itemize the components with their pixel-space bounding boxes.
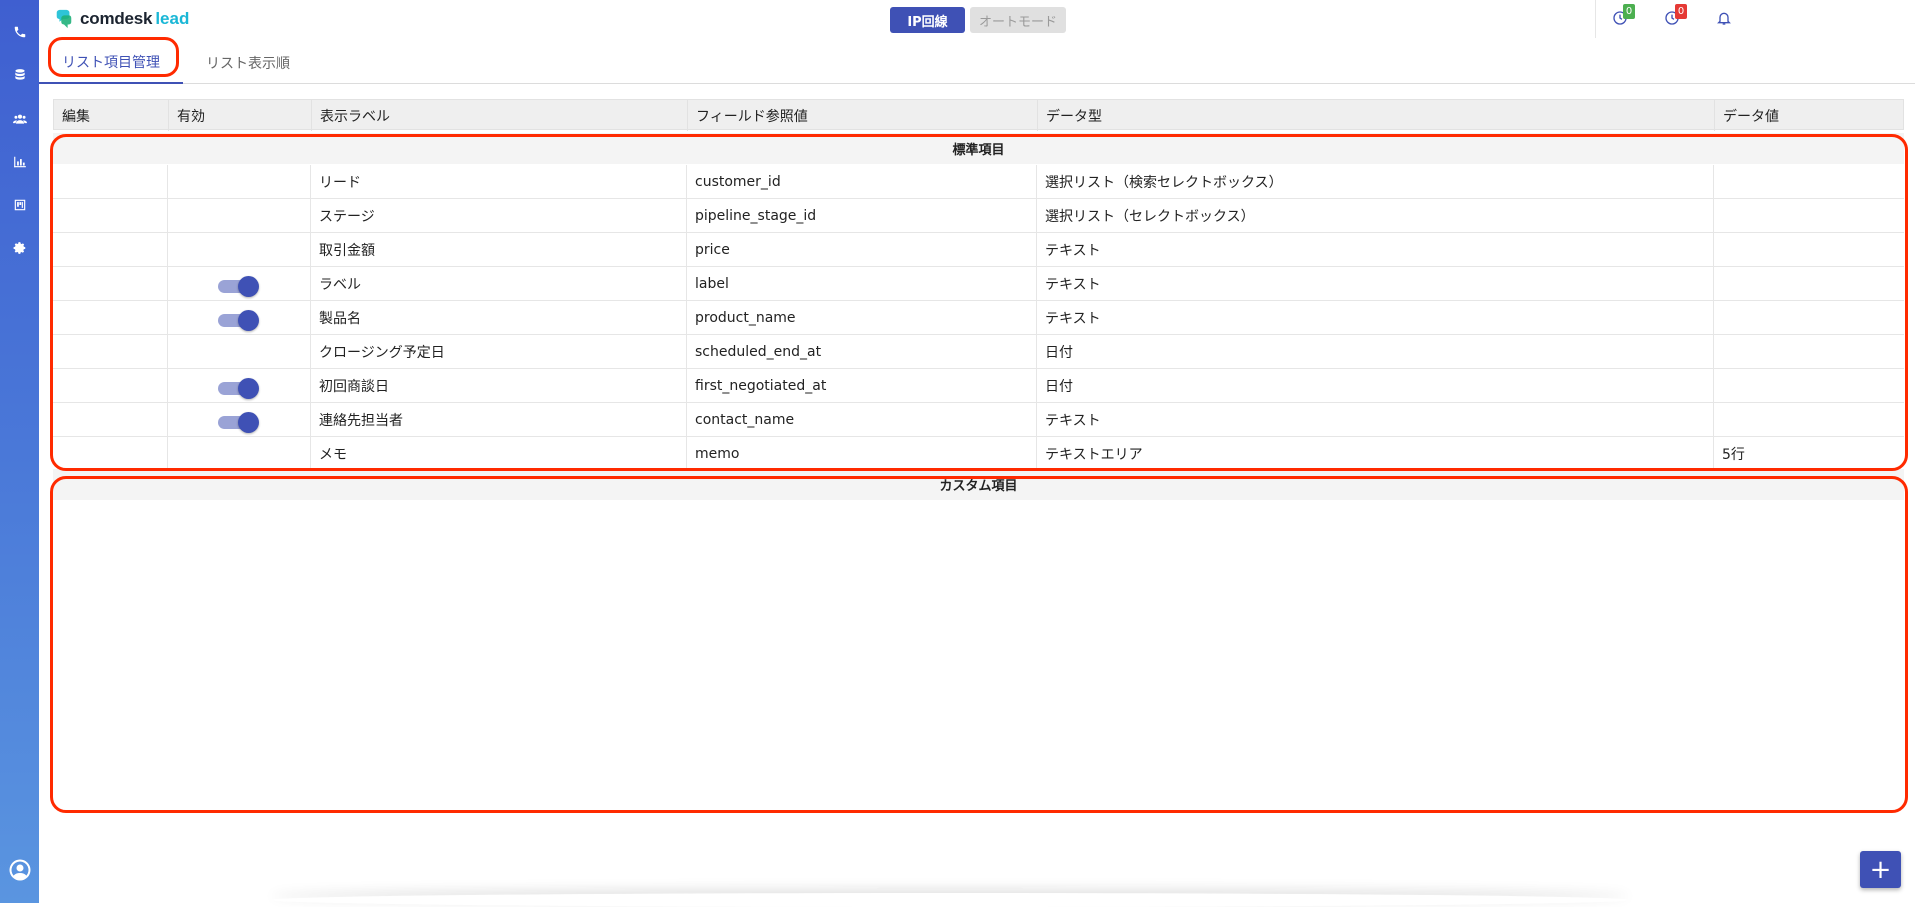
col-enabled: 有効 xyxy=(169,100,312,131)
database-icon[interactable] xyxy=(0,60,39,90)
bar-chart-icon[interactable] xyxy=(0,147,39,177)
history-badge-1: 0 xyxy=(1623,4,1635,19)
ip-line-button[interactable]: IP回線 xyxy=(890,7,965,33)
users-icon[interactable] xyxy=(0,104,39,134)
phone-icon[interactable] xyxy=(0,17,39,47)
highlight-standard-section xyxy=(50,134,1908,471)
logo-accent: lead xyxy=(155,9,190,28)
col-value: データ値 xyxy=(1723,108,1779,125)
bottom-panel-shadow xyxy=(270,893,1630,907)
gear-icon[interactable] xyxy=(0,233,39,263)
logo-mark-icon xyxy=(54,8,74,30)
table-header: 編集 有効 表示ラベル フィールド参照値 データ型 データ値 xyxy=(53,99,1904,131)
add-item-button[interactable]: + xyxy=(1860,851,1901,888)
bell-icon[interactable] xyxy=(1716,10,1734,28)
col-field: フィールド参照値 xyxy=(688,100,1038,131)
board-icon[interactable] xyxy=(0,190,39,220)
logo-text: comdesk xyxy=(80,9,153,28)
sidebar xyxy=(0,0,39,903)
history-icon-2[interactable]: 0 xyxy=(1664,4,1687,28)
col-edit: 編集 xyxy=(54,100,169,131)
highlight-custom-section xyxy=(50,476,1908,813)
highlight-tab xyxy=(48,37,179,77)
tab-list-display-order[interactable]: リスト表示順 xyxy=(183,42,313,84)
account-icon[interactable] xyxy=(0,855,39,885)
history-icon-1[interactable]: 0 xyxy=(1612,4,1635,28)
app-logo[interactable]: comdesk lead xyxy=(54,8,189,30)
tab-bar: リスト項目管理 リスト表示順 xyxy=(39,42,1915,84)
col-type: データ型 xyxy=(1038,100,1715,131)
col-label: 表示ラベル xyxy=(312,100,688,131)
history-badge-2: 0 xyxy=(1675,4,1687,19)
auto-mode-button[interactable]: オートモード xyxy=(970,7,1066,33)
header-divider xyxy=(1595,0,1596,38)
